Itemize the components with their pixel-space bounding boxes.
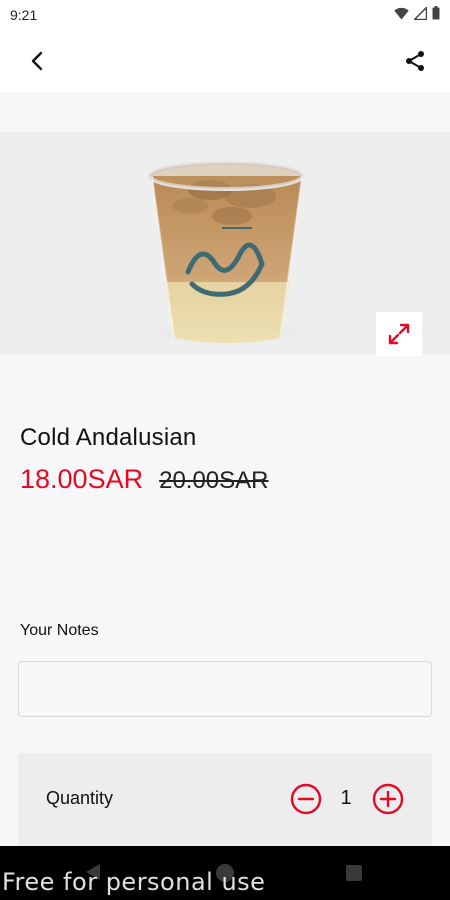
share-button[interactable] [400, 46, 430, 76]
status-bar: 9:21 [0, 0, 450, 30]
app-bar [0, 30, 450, 92]
minus-circle-icon[interactable] [290, 783, 322, 815]
expand-icon [388, 323, 410, 345]
notes-label: Your Notes [20, 622, 99, 639]
back-button[interactable] [22, 46, 52, 76]
signal-icon [414, 6, 427, 20]
battery-icon [432, 6, 440, 20]
wifi-icon [394, 7, 409, 19]
quantity-value: 1 [340, 787, 352, 809]
plus-circle-icon[interactable] [372, 783, 404, 815]
notes-input[interactable] [18, 661, 432, 717]
share-icon [406, 51, 424, 71]
price-row: 18.00SAR 20.00SAR [20, 464, 269, 495]
product-name: Cold Andalusian [20, 424, 197, 451]
status-time: 9:21 [10, 7, 38, 23]
quantity-label: Quantity [46, 788, 114, 808]
expand-image-button[interactable] [376, 312, 422, 356]
price-old: 20.00SAR [159, 467, 269, 494]
status-icons [394, 6, 440, 20]
nav-recent-icon[interactable] [346, 865, 362, 881]
price-current: 18.00SAR [20, 464, 144, 494]
watermark-text: Free for personal use [2, 868, 266, 896]
quantity-card: Quantity 1 [18, 753, 432, 848]
chevron-left-icon [31, 51, 43, 71]
